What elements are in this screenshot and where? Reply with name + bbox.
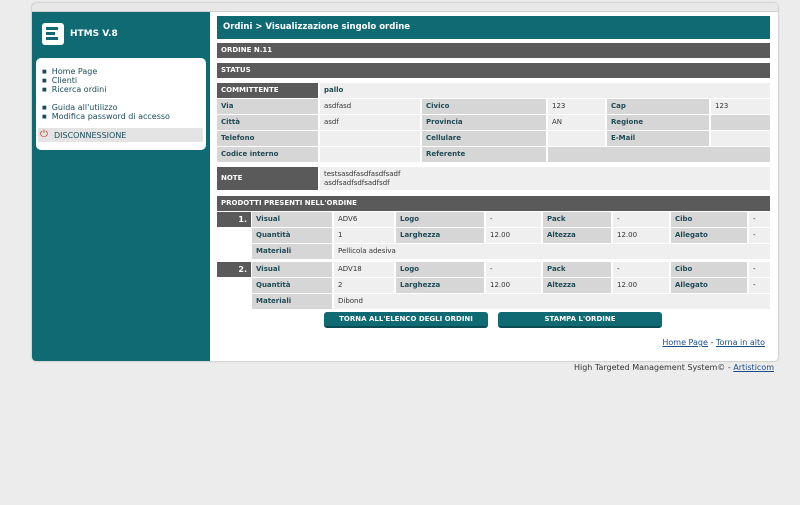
provincia-value: AN [548, 115, 605, 130]
menu-item-guida[interactable]: Guida all'utilizzo [42, 103, 118, 112]
product-1-quantita-label: Quantità [252, 228, 332, 243]
product-2-quantita-label: Quantità [252, 278, 332, 293]
app-title: HTMS V.8 [70, 29, 118, 39]
product-2-quantita-value: 2 [334, 278, 394, 293]
logout-button[interactable]: ⏻ DISCONNESSIONE [38, 128, 203, 142]
product-1-allegato-label: Allegato [671, 228, 747, 243]
product-2-allegato-value: - [749, 278, 770, 293]
power-icon: ⏻ [40, 129, 48, 140]
product-1-larghezza-label: Larghezza [396, 228, 484, 243]
back-to-orders-button[interactable]: TORNA ALL'ELENCO DEGLI ORDINI [324, 312, 488, 328]
product-1-altezza-value: 12.00 [613, 228, 669, 243]
product-1-larghezza-value: 12.00 [486, 228, 541, 243]
product-1-cibo-label: Cibo [671, 212, 747, 227]
civico-value: 123 [548, 99, 605, 114]
telefono-label: Telefono [217, 131, 318, 146]
product-2-altezza-value: 12.00 [613, 278, 669, 293]
civico-label: Civico [422, 99, 546, 114]
menu-item-modifica-password[interactable]: Modifica password di accesso [42, 112, 170, 121]
footer-credit: High Targeted Management System© - Artis… [574, 363, 774, 372]
cap-label: Cap [607, 99, 709, 114]
product-2-logo-label: Logo [396, 262, 484, 277]
committente-value: pallo [320, 83, 770, 98]
product-1-materiali-label: Materiali [252, 244, 332, 259]
order-number-bar: ORDINE N.11 [217, 43, 770, 58]
product-1-pack-value: - [613, 212, 669, 227]
regione-label: Regione [607, 115, 709, 130]
referente-label: Referente [422, 147, 546, 162]
cap-value: 123 [711, 99, 770, 114]
product-1-spacer [217, 228, 251, 243]
menu-item-home-page[interactable]: Home Page [42, 67, 98, 76]
main-content: Ordini > Visualizzazione singolo ordine … [210, 3, 778, 361]
print-order-button[interactable]: STAMPA L'ORDINE [498, 312, 662, 328]
product-2-visual-label: Visual [252, 262, 332, 277]
menu-item-ricerca-ordini[interactable]: Ricerca ordini [42, 85, 107, 94]
product-2-cibo-value: - [749, 262, 770, 277]
product-2-pack-label: Pack [543, 262, 611, 277]
provincia-label: Provincia [422, 115, 546, 130]
telefono-value [320, 131, 420, 146]
product-1-visual-label: Visual [252, 212, 332, 227]
product-2-larghezza-label: Larghezza [396, 278, 484, 293]
htms-logo-icon [42, 23, 64, 45]
footer-top-link[interactable]: Torna in alto [716, 338, 765, 347]
via-value: asdfasd [320, 99, 420, 114]
products-header: PRODOTTI PRESENTI NELL'ORDINE [217, 196, 770, 211]
logout-label: DISCONNESSIONE [54, 131, 127, 140]
product-2-materiali-label: Materiali [252, 294, 332, 309]
email-value [711, 131, 770, 146]
cellulare-label: Cellulare [422, 131, 546, 146]
codice-interno-label: Codice interno [217, 147, 318, 162]
product-2-pack-value: - [613, 262, 669, 277]
product-2-materiali-value: Dibond [334, 294, 770, 309]
page-title: Ordini > Visualizzazione singolo ordine [217, 16, 770, 39]
product-1-materiali-value: Pellicola adesiva [334, 244, 770, 259]
product-1-number: 1. [217, 212, 251, 227]
product-2-number: 2. [217, 262, 251, 277]
committente-label: COMMITTENTE [217, 83, 318, 98]
product-2-visual-value: ADV18 [334, 262, 394, 277]
citta-label: Città [217, 115, 318, 130]
product-1-pack-label: Pack [543, 212, 611, 227]
product-1-logo-label: Logo [396, 212, 484, 227]
menu-item-clienti[interactable]: Clienti [42, 76, 77, 85]
note-label: NOTE [217, 167, 318, 190]
product-1-altezza-label: Altezza [543, 228, 611, 243]
app-logo[interactable]: HTMS V.8 [42, 23, 202, 48]
product-2-allegato-label: Allegato [671, 278, 747, 293]
product-1-visual-value: ADV6 [334, 212, 394, 227]
product-2-cibo-label: Cibo [671, 262, 747, 277]
product-1-allegato-value: - [749, 228, 770, 243]
footer-home-link[interactable]: Home Page [662, 338, 708, 347]
sidebar-top-band [32, 3, 210, 12]
footer-separator: - [710, 338, 714, 347]
footer-links: Home Page - Torna in alto [662, 338, 765, 347]
product-1-cibo-value: - [749, 212, 770, 227]
note-line-2: asdfsadfsdfsadfsdf [324, 179, 390, 187]
product-1-logo-value: - [486, 212, 541, 227]
email-label: E-Mail [607, 131, 709, 146]
main-top-band [210, 3, 778, 12]
cellulare-value [548, 131, 605, 146]
citta-value: asdf [320, 115, 420, 130]
regione-value [711, 115, 770, 130]
product-2-altezza-label: Altezza [543, 278, 611, 293]
product-1-quantita-value: 1 [334, 228, 394, 243]
status-bar: STATUS [217, 63, 770, 78]
note-value: testsasdfasdfasdfsadf asdfsadfsdfsadfsdf [320, 167, 770, 190]
sidebar: HTMS V.8 Home Page Clienti Ricerca ordin… [32, 3, 210, 361]
via-label: Via [217, 99, 318, 114]
app-frame: HTMS V.8 Home Page Clienti Ricerca ordin… [32, 3, 778, 361]
sidebar-menu: Home Page Clienti Ricerca ordini Guida a… [36, 58, 206, 150]
credit-text: High Targeted Management System© - [573, 363, 731, 372]
referente-value [548, 147, 770, 162]
artisticom-link[interactable]: Artisticom [733, 363, 774, 372]
codice-interno-value [320, 147, 420, 162]
product-2-logo-value: - [486, 262, 541, 277]
product-2-larghezza-value: 12.00 [486, 278, 541, 293]
note-line-1: testsasdfasdfasdfsadf [324, 170, 401, 178]
